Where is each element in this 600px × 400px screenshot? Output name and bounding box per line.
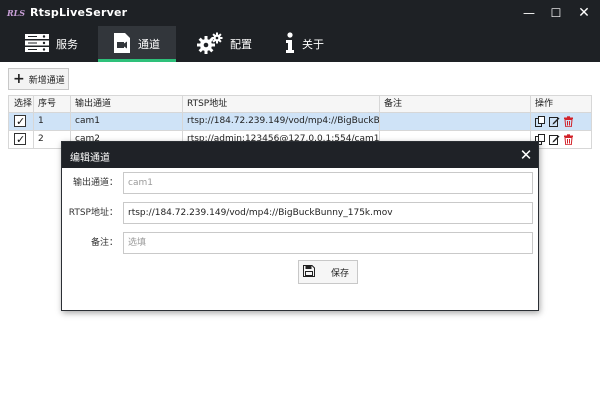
- nav-item-services[interactable]: 服务: [18, 26, 98, 62]
- edit-icon[interactable]: [549, 134, 560, 145]
- col-header-note: 备注: [380, 96, 531, 112]
- nav-item-about[interactable]: 关于: [278, 26, 348, 62]
- delete-icon[interactable]: [563, 116, 574, 128]
- plus-icon: +: [13, 71, 25, 87]
- table-header-row: 选择 序号 输出通道 RTSP地址 备注 操作: [8, 95, 592, 113]
- col-header-select: 选择: [8, 96, 34, 112]
- dialog-close-button[interactable]: ✕: [516, 145, 536, 165]
- save-icon: [303, 264, 315, 280]
- nav-label-services: 服务: [56, 38, 78, 51]
- app-logo: RLS: [6, 8, 26, 18]
- row-select-cell: [8, 113, 34, 130]
- output-channel-input[interactable]: [123, 172, 533, 194]
- nav-label-config: 配置: [230, 38, 252, 51]
- col-header-actions: 操作: [531, 96, 592, 112]
- add-channel-label: 新增通道: [28, 75, 65, 86]
- output-channel-label: 输出通道：: [72, 178, 118, 188]
- close-window-button[interactable]: ✕: [573, 3, 595, 23]
- nav-item-config[interactable]: 配置: [190, 26, 270, 62]
- row-actions: [531, 113, 592, 130]
- row-checkbox[interactable]: [14, 131, 26, 148]
- delete-icon[interactable]: [563, 134, 574, 146]
- row-output: cam1: [71, 113, 183, 130]
- window-title: RtspLiveServer: [30, 6, 128, 19]
- edit-channel-dialog: 编辑通道 ✕ 输出通道： RTSP地址： 备注： 保存: [61, 141, 539, 311]
- maximize-button[interactable]: ☐: [545, 3, 567, 23]
- edit-icon[interactable]: [549, 116, 560, 127]
- note-label: 备注：: [90, 238, 118, 248]
- rtsp-url-input[interactable]: [123, 202, 533, 224]
- row-note: [380, 113, 531, 130]
- row-number: 1: [34, 113, 71, 130]
- col-header-number: 序号: [34, 96, 71, 112]
- rtsp-url-label: RTSP地址：: [68, 208, 118, 218]
- title-bar: RLS RtspLiveServer — ☐ ✕: [0, 0, 600, 26]
- nav-label-about: 关于: [302, 38, 324, 51]
- nav-label-channels: 通道: [138, 38, 160, 51]
- server-icon: [24, 33, 50, 56]
- nav-item-channels[interactable]: 通道: [98, 26, 176, 62]
- info-icon: [284, 31, 296, 57]
- dialog-title: 编辑通道: [70, 153, 110, 164]
- row-actions: [531, 131, 592, 148]
- row-rtsp-url: rtsp://184.72.239.149/vod/mp4://BigBuckB…: [183, 113, 380, 130]
- note-input[interactable]: [123, 232, 533, 254]
- video-camera-icon: [112, 32, 132, 57]
- table-row[interactable]: 1 cam1 rtsp://184.72.239.149/vod/mp4://B…: [8, 113, 592, 131]
- minimize-button[interactable]: —: [518, 3, 540, 23]
- col-header-output: 输出通道: [71, 96, 183, 112]
- save-label: 保存: [331, 268, 350, 279]
- dialog-header: 编辑通道 ✕: [62, 142, 538, 168]
- col-header-rtsp-url: RTSP地址: [183, 96, 380, 112]
- main-nav: 服务 通道 配置 关于: [0, 26, 600, 62]
- copy-icon[interactable]: [535, 116, 546, 127]
- add-channel-button[interactable]: + 新增通道: [8, 68, 69, 90]
- gears-icon: [196, 31, 224, 58]
- save-button[interactable]: 保存: [298, 260, 358, 284]
- row-checkbox[interactable]: [14, 113, 26, 130]
- row-select-cell: [8, 131, 34, 148]
